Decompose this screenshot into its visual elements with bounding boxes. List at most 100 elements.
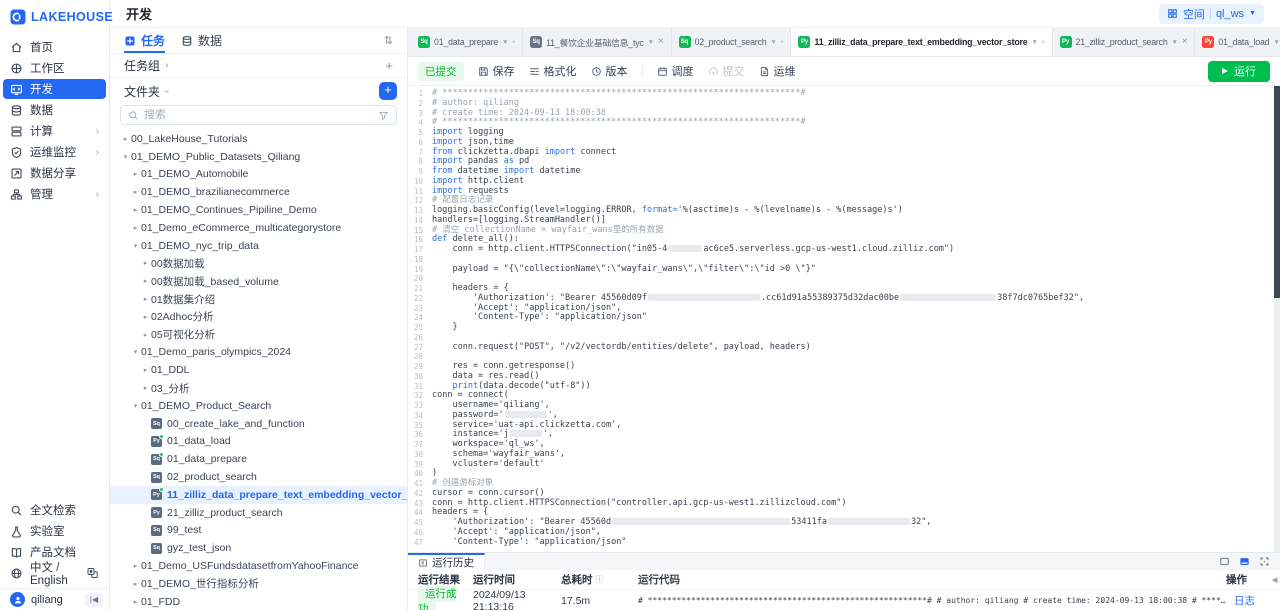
code-line: 9from datetime import datetime bbox=[408, 167, 1272, 177]
panel-top-icon[interactable] bbox=[1219, 556, 1230, 567]
code-line: 4# *************************************… bbox=[408, 118, 1272, 128]
sidebar-item-运维监控[interactable]: 运维监控› bbox=[3, 142, 106, 162]
table-scroll-left-icon[interactable]: ◀ bbox=[1272, 576, 1280, 584]
tree-folder[interactable]: ▸01_FDD bbox=[110, 593, 407, 610]
panel-bottom-icon[interactable] bbox=[1239, 556, 1250, 567]
tree-file[interactable]: Sq00_create_lake_and_function bbox=[110, 415, 407, 433]
editor-tab[interactable]: Py21_zilliz_product_search▼× bbox=[1053, 28, 1196, 56]
app-logo[interactable]: LAKEHOUSE bbox=[0, 0, 109, 31]
chevron-down-icon: ▾ bbox=[130, 402, 141, 410]
tree-folder[interactable]: ▾01_DEMO_nyc_trip_data bbox=[110, 237, 407, 255]
editor-tab[interactable]: Sq01_data_prepare▼● bbox=[411, 28, 523, 56]
add-file-button[interactable]: + bbox=[379, 82, 397, 100]
chevron-right-icon: › bbox=[96, 126, 99, 137]
chevron-down-icon[interactable]: ▼ bbox=[502, 39, 508, 46]
line-number: 16 bbox=[408, 235, 432, 245]
chevron-down-icon[interactable]: ▼ bbox=[648, 39, 654, 46]
tree-folder[interactable]: ▾01_Demo_paris_olympics_2024 bbox=[110, 344, 407, 362]
editor-tab[interactable]: Py01_data_load▼× bbox=[1195, 28, 1280, 56]
tree-folder[interactable]: ▸01_Demo_USFundsdatasetfromYahooFinance bbox=[110, 557, 407, 575]
tree-folder[interactable]: ▾01_DEMO_Public_Datasets_Qiliang bbox=[110, 148, 407, 166]
tree-folder[interactable]: ▾01_DEMO_Product_Search bbox=[110, 397, 407, 415]
close-icon[interactable]: × bbox=[658, 37, 664, 47]
tree-folder[interactable]: ▸00数据加载_based_volume bbox=[110, 272, 407, 290]
tree-file[interactable]: Sq99_test bbox=[110, 522, 407, 540]
tree-folder[interactable]: ▸01_DDL bbox=[110, 361, 407, 379]
tree-folder[interactable]: ▸03_分析 bbox=[110, 379, 407, 397]
tree-file[interactable]: Sq02_product_search bbox=[110, 468, 407, 486]
sidebar-item-数据分享[interactable]: 数据分享 bbox=[3, 163, 106, 183]
sidebar: LAKEHOUSE 首页工作区开发数据计算›运维监控› 数据分享管理› 全文检索实… bbox=[0, 0, 110, 610]
tree-file[interactable]: Sq01_data_prepare bbox=[110, 450, 407, 468]
editor-tab[interactable]: Sq02_product_search▼● bbox=[672, 28, 792, 56]
sort-icon[interactable]: ⇅ bbox=[384, 34, 393, 47]
sidebar-item-工作区[interactable]: 工作区 bbox=[3, 58, 106, 78]
collapse-sidebar-button[interactable]: |◀ bbox=[85, 593, 103, 607]
chevron-right-icon: › bbox=[96, 189, 99, 200]
chevron-down-icon: ▼ bbox=[1249, 10, 1256, 17]
tree-folder[interactable]: ▸01_Demo_eCommerce_multicategorystore bbox=[110, 219, 407, 237]
tree-folder[interactable]: ▸01数据集介绍 bbox=[110, 290, 407, 308]
tree-folder[interactable]: ▸02Adhoc分析 bbox=[110, 308, 407, 326]
log-link[interactable]: 日志 bbox=[1234, 595, 1255, 607]
code-token: def bbox=[432, 234, 447, 244]
close-icon[interactable]: × bbox=[1182, 37, 1188, 47]
history-row[interactable]: 运行成功2024/09/13 21:13:1617.5m# **********… bbox=[408, 590, 1280, 610]
sidebar-item-label: 开发 bbox=[30, 81, 53, 97]
tab-tasks[interactable]: 任务 bbox=[124, 28, 165, 53]
tree-file[interactable]: Py11_zilliz_data_prepare_text_embedding_… bbox=[110, 486, 407, 504]
task-group-row[interactable]: 任务组 › + bbox=[110, 54, 407, 78]
sidebar-item-管理[interactable]: 管理› bbox=[3, 184, 106, 204]
expand-icon[interactable] bbox=[1259, 556, 1270, 567]
chevron-right-icon: ▸ bbox=[140, 277, 151, 285]
tree-file[interactable]: Py01_data_load bbox=[110, 433, 407, 451]
chevron-down-icon[interactable]: ▼ bbox=[770, 39, 776, 46]
tree-folder[interactable]: ▸00_LakeHouse_Tutorials bbox=[110, 130, 407, 148]
chevron-down-icon[interactable]: ▼ bbox=[1031, 39, 1037, 46]
editor-scrollbar[interactable] bbox=[1274, 86, 1280, 552]
folder-row[interactable]: 文件夹 › + bbox=[110, 78, 407, 104]
sidebar-item-首页[interactable]: 首页 bbox=[3, 37, 106, 57]
code-token: pd bbox=[514, 156, 529, 166]
sidebar-footer-label: 全文检索 bbox=[30, 502, 76, 518]
sidebar-footer-search-icon[interactable]: 全文检索 bbox=[3, 500, 106, 520]
tab-run-history[interactable]: 运行历史 bbox=[408, 553, 485, 570]
sidebar-footer-globe-icon[interactable]: 中文 / English bbox=[3, 563, 106, 583]
tree-folder[interactable]: ▸01_DEMO_brazilianecommerce bbox=[110, 183, 407, 201]
code-token: res = conn.getresponse() bbox=[432, 361, 575, 371]
run-history-panel: 运行历史 运行结果 运行时间 总耗时ⓘ 运行代码 操作 bbox=[408, 552, 1280, 610]
chevron-down-icon[interactable]: ▼ bbox=[1172, 39, 1178, 46]
run-button[interactable]: 运行 bbox=[1208, 61, 1270, 82]
chevron-down-icon[interactable]: ▼ bbox=[1273, 39, 1279, 46]
editor-scrollbar-thumb[interactable] bbox=[1274, 86, 1280, 298]
version-button[interactable]: 版本 bbox=[591, 63, 628, 79]
modified-dot: ● bbox=[781, 39, 784, 45]
add-task-group-button[interactable]: + bbox=[385, 58, 393, 73]
save-button[interactable]: 保存 bbox=[478, 63, 515, 79]
sidebar-item-开发[interactable]: 开发 bbox=[3, 79, 106, 99]
tree-folder[interactable]: ▸01_DEMO_Automobile bbox=[110, 166, 407, 184]
submit-button[interactable]: 提交 bbox=[708, 63, 745, 79]
editor-tab[interactable]: Py11_zilliz_data_prepare_text_embedding_… bbox=[791, 28, 1052, 56]
tree-folder[interactable]: ▸01_DEMO_世行指标分析 bbox=[110, 575, 407, 593]
ops-button[interactable]: 运维 bbox=[759, 63, 796, 79]
tree-folder[interactable]: ▸01_DEMO_Continues_Pipiline_Demo bbox=[110, 201, 407, 219]
tab-data[interactable]: 数据 bbox=[181, 28, 222, 53]
editor-tab[interactable]: Sq11_餐饮企业基础信息_tyc▼× bbox=[523, 28, 671, 56]
tree-file[interactable]: Py21_zilliz_product_search bbox=[110, 504, 407, 522]
code-editor[interactable]: 1# *************************************… bbox=[408, 86, 1280, 552]
code-line: 43conn = http.client.HTTPSConnection("co… bbox=[408, 499, 1272, 509]
sidebar-footer-lab-icon[interactable]: 实验室 bbox=[3, 521, 106, 541]
format-button[interactable]: 格式化 bbox=[529, 63, 577, 79]
user-row[interactable]: qiliang |◀ bbox=[0, 588, 109, 610]
workspace-selector[interactable]: 空间 ql_ws ▼ bbox=[1159, 4, 1264, 24]
tree-file[interactable]: Sqgyz_test_json bbox=[110, 539, 407, 557]
filter-icon[interactable] bbox=[378, 110, 389, 121]
tree-folder[interactable]: ▸00数据加载 bbox=[110, 255, 407, 273]
sidebar-item-计算[interactable]: 计算› bbox=[3, 121, 106, 141]
schedule-button[interactable]: 调度 bbox=[657, 63, 694, 79]
sidebar-item-数据[interactable]: 数据 bbox=[3, 100, 106, 120]
search-input[interactable] bbox=[144, 109, 373, 121]
tree-folder[interactable]: ▸05可视化分析 bbox=[110, 326, 407, 344]
sidebar-item-label: 数据分享 bbox=[30, 165, 76, 181]
